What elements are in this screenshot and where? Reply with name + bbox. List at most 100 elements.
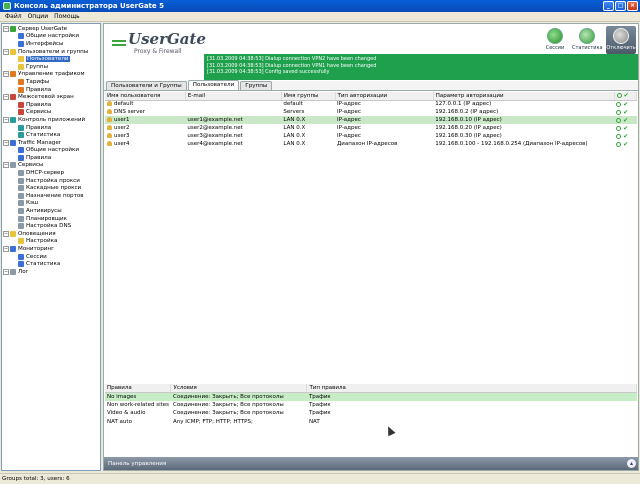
tree-item[interactable]: Тарифы bbox=[2, 78, 100, 86]
status-icon[interactable] bbox=[616, 133, 622, 139]
tree-item[interactable]: Группы bbox=[2, 63, 100, 71]
collapse-icon[interactable]: ▴ bbox=[627, 459, 636, 468]
col-username[interactable]: Имя пользователя bbox=[105, 92, 186, 101]
tab-users-and-groups[interactable]: Пользователи и Группы bbox=[106, 81, 187, 90]
tree-item-label: Настройка bbox=[26, 238, 58, 245]
col-rule-name[interactable]: Правила bbox=[105, 384, 172, 393]
user-status-cell: ✔ bbox=[614, 124, 636, 132]
tree-item[interactable]: Статистика bbox=[2, 260, 100, 268]
tree-item[interactable]: − Мониторинг bbox=[2, 245, 100, 253]
tree-item[interactable]: Кэш bbox=[2, 200, 100, 208]
tree-item[interactable]: Каскадные прокси bbox=[2, 184, 100, 192]
user-group-text: LAN 0.X bbox=[283, 125, 306, 131]
close-button[interactable]: × bbox=[627, 1, 638, 11]
rule-row[interactable]: No images Соединение: Закрыть; Все проток… bbox=[105, 392, 637, 401]
tree-item[interactable]: − Traffic Manager bbox=[2, 139, 100, 147]
tree-item[interactable]: − Сервисы bbox=[2, 162, 100, 170]
col-rule-conditions[interactable]: Условия bbox=[170, 384, 308, 393]
disconnect-button[interactable]: Отключить bbox=[606, 26, 636, 54]
menu-file[interactable]: Файл bbox=[2, 13, 25, 20]
tree-item[interactable]: Общие настройки bbox=[2, 147, 100, 155]
tree-item[interactable]: − Лог bbox=[2, 268, 100, 276]
check-icon[interactable]: ✔ bbox=[623, 133, 628, 140]
tree-item[interactable]: − Межсетевой экран bbox=[2, 93, 100, 101]
tree-item[interactable]: Настройка bbox=[2, 238, 100, 246]
expand-icon[interactable]: − bbox=[3, 139, 9, 146]
status-icon[interactable] bbox=[616, 101, 622, 107]
expand-icon[interactable]: − bbox=[3, 268, 9, 275]
tree-item[interactable]: Планировщик bbox=[2, 215, 100, 223]
menu-options[interactable]: Опции bbox=[25, 13, 52, 20]
rule-row[interactable]: Video & audio Соединение: Закрыть; Все пр… bbox=[105, 409, 637, 418]
rule-cell-name: Video & audio bbox=[107, 410, 146, 417]
tree-item[interactable]: Статистика bbox=[2, 131, 100, 139]
tree-item[interactable]: Сервисы bbox=[2, 109, 100, 117]
tree-item[interactable]: Назначение портов bbox=[2, 192, 100, 200]
tree-item[interactable]: − Сервер UserGate bbox=[2, 25, 100, 33]
tree-item[interactable]: Настройка DNS bbox=[2, 222, 100, 230]
user-auth-text: IP-адрес bbox=[337, 117, 361, 123]
check-icon[interactable]: ✔ bbox=[623, 117, 628, 124]
tree-item[interactable]: Пользователи bbox=[2, 55, 100, 63]
rule-row[interactable]: NAT auto Any ICMP; FTP; HTTP; HTTPS; NAT bbox=[105, 418, 637, 427]
user-status-cell: ✔ bbox=[614, 108, 636, 116]
tree-item[interactable]: Правила bbox=[2, 124, 100, 132]
tree-item[interactable]: Правила bbox=[2, 101, 100, 109]
tree-item[interactable]: Правила bbox=[2, 154, 100, 162]
expand-icon[interactable]: − bbox=[3, 230, 9, 237]
status-icon[interactable] bbox=[616, 141, 622, 147]
rule-cell-cond: Соединение: Закрыть; Все протоколы bbox=[170, 392, 307, 401]
stats-button[interactable]: Статистика bbox=[572, 26, 603, 54]
tree-item[interactable]: − Оповещения bbox=[2, 230, 100, 238]
status-icon[interactable] bbox=[616, 117, 622, 123]
expand-icon[interactable]: − bbox=[3, 246, 9, 253]
user-row[interactable]: user1 user1@example.net LAN 0.X IP-адрес 192… bbox=[105, 116, 637, 124]
tree-item-label: Каскадные прокси bbox=[26, 185, 82, 192]
menu-help[interactable]: Помощь bbox=[51, 13, 83, 20]
rule-cell-cond: Any ICMP; FTP; HTTP; HTTPS; bbox=[172, 418, 253, 425]
control-panel-bar[interactable]: Панель управления ▴ bbox=[104, 457, 638, 470]
minimize-button[interactable]: _ bbox=[603, 1, 614, 11]
user-email-text: user1@example.net bbox=[187, 117, 243, 123]
tree-item[interactable]: Сессии bbox=[2, 253, 100, 261]
tree-item[interactable]: Настройка прокси bbox=[2, 177, 100, 185]
tree-item-label: Управление трафиком bbox=[18, 71, 85, 78]
tree-item[interactable]: − Контроль приложений bbox=[2, 116, 100, 124]
tree-item[interactable]: Интерфейсы bbox=[2, 40, 100, 48]
check-icon[interactable]: ✔ bbox=[623, 109, 628, 116]
user-row[interactable]: DNS server Servers IP-адрес 192.168.0.2 (IP… bbox=[105, 108, 637, 116]
user-row[interactable]: default default IP-адрес 127.0.0.1 (IP адре… bbox=[105, 100, 637, 108]
check-icon[interactable]: ✔ bbox=[623, 141, 628, 148]
expand-icon[interactable]: − bbox=[3, 116, 9, 123]
tree-item[interactable]: Правила bbox=[2, 86, 100, 94]
rule-row[interactable]: Non work-related sites Соединение: Закрыт… bbox=[105, 401, 637, 410]
tree-item[interactable]: − Пользователи и группы bbox=[2, 48, 100, 56]
expand-icon[interactable]: − bbox=[3, 162, 9, 169]
col-rule-type[interactable]: Тип правила bbox=[306, 384, 637, 393]
tree-item[interactable]: Общие настройки bbox=[2, 33, 100, 41]
tab-groups[interactable]: Группы bbox=[240, 81, 273, 90]
tree-item[interactable]: DHCP-сервер bbox=[2, 169, 100, 177]
user-row[interactable]: user3 user3@example.net LAN 0.X IP-адрес 192… bbox=[105, 132, 637, 140]
check-icon[interactable]: ✔ bbox=[623, 101, 628, 108]
col-auth-param[interactable]: Параметр авторизации bbox=[433, 92, 615, 101]
col-group[interactable]: Имя группы bbox=[281, 92, 336, 101]
status-icon[interactable] bbox=[616, 109, 622, 115]
user-row[interactable]: user4 user4@example.net LAN 0.X Диапазон IP… bbox=[105, 140, 637, 148]
expand-icon[interactable]: − bbox=[3, 94, 9, 101]
maximize-button[interactable]: □ bbox=[615, 1, 626, 11]
expand-icon[interactable]: − bbox=[3, 71, 9, 78]
tree-item[interactable]: − Управление трафиком bbox=[2, 71, 100, 79]
sessions-button[interactable]: Сессии bbox=[540, 26, 570, 54]
status-icon[interactable] bbox=[616, 125, 622, 131]
check-icon: ✔ bbox=[623, 92, 629, 100]
check-icon[interactable]: ✔ bbox=[623, 125, 628, 132]
user-row[interactable]: user2 user2@example.net LAN 0.X IP-адрес 192… bbox=[105, 124, 637, 132]
col-email[interactable]: E-mail bbox=[185, 92, 282, 101]
tab-users[interactable]: Пользователи bbox=[187, 80, 240, 90]
tree-item-label: Правила bbox=[26, 101, 52, 108]
col-auth-type[interactable]: Тип авторизации bbox=[335, 92, 434, 101]
expand-icon[interactable]: − bbox=[3, 25, 9, 32]
expand-icon[interactable]: − bbox=[3, 48, 9, 55]
tree-item[interactable]: Антивирусы bbox=[2, 207, 100, 215]
